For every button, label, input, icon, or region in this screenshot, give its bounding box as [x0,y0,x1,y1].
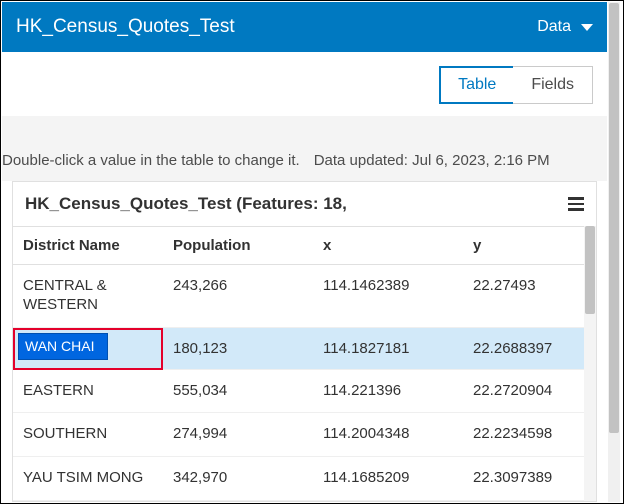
page-title: HK_Census_Quotes_Test [16,16,235,38]
col-header-district[interactable]: District Name [13,226,163,265]
cell-x[interactable]: 114.1462389 [313,265,463,328]
cell-y[interactable]: 22.2688397 [463,328,596,370]
chevron-down-icon [581,24,593,31]
cell-population[interactable]: 180,123 [163,328,313,370]
col-header-population[interactable]: Population [163,226,313,265]
header-bar: HK_Census_Quotes_Test Data [2,2,607,52]
edit-hint: Double-click a value in the table to cha… [2,152,300,169]
data-grid: District Name Population x y CENTRAL & W… [13,226,596,501]
cell-population[interactable]: 243,266 [163,265,313,328]
window-scrollbar-thumb[interactable] [609,3,619,433]
cell-x[interactable]: 114.1685209 [313,457,463,501]
grid-scrollbar-thumb[interactable] [585,226,595,314]
cell-district[interactable]: EASTERN [13,370,163,414]
updated-hint: Data updated: Jul 6, 2023, 2:16 PM [314,152,550,169]
view-tabs: Table Fields [2,52,607,116]
table-title-bar: HK_Census_Quotes_Test (Features: 18, [13,182,596,226]
cell-district-editing[interactable]: WAN CHAI [13,328,163,370]
data-dropdown[interactable]: Data [537,18,593,36]
col-header-x[interactable]: x [313,226,463,265]
data-dropdown-label: Data [537,18,571,36]
col-header-y[interactable]: y [463,226,596,265]
grid-scrollbar[interactable] [584,226,596,501]
cell-district[interactable]: YAU TSIM MONG [13,457,163,501]
cell-population[interactable]: 342,970 [163,457,313,501]
cell-district[interactable]: SOUTHERN [13,413,163,457]
cell-district[interactable]: CENTRAL & WESTERN [13,265,163,328]
hamburger-icon[interactable] [568,197,584,211]
cell-y[interactable]: 22.3097389 [463,457,596,501]
tab-fields[interactable]: Fields [513,66,593,104]
cell-x[interactable]: 114.221396 [313,370,463,414]
table-title: HK_Census_Quotes_Test (Features: 18, [25,194,347,214]
tab-table[interactable]: Table [439,66,513,104]
table-panel: HK_Census_Quotes_Test (Features: 18, Dis… [12,181,597,502]
cell-population[interactable]: 555,034 [163,370,313,414]
cell-x[interactable]: 114.1827181 [313,328,463,370]
hint-bar: Double-click a value in the table to cha… [2,116,607,181]
district-edit-input[interactable]: WAN CHAI [18,333,108,361]
cell-y[interactable]: 22.27493 [463,265,596,328]
cell-x[interactable]: 114.2004348 [313,413,463,457]
cell-y[interactable]: 22.2720904 [463,370,596,414]
cell-population[interactable]: 274,994 [163,413,313,457]
window-scrollbar[interactable] [608,2,620,502]
cell-y[interactable]: 22.2234598 [463,413,596,457]
